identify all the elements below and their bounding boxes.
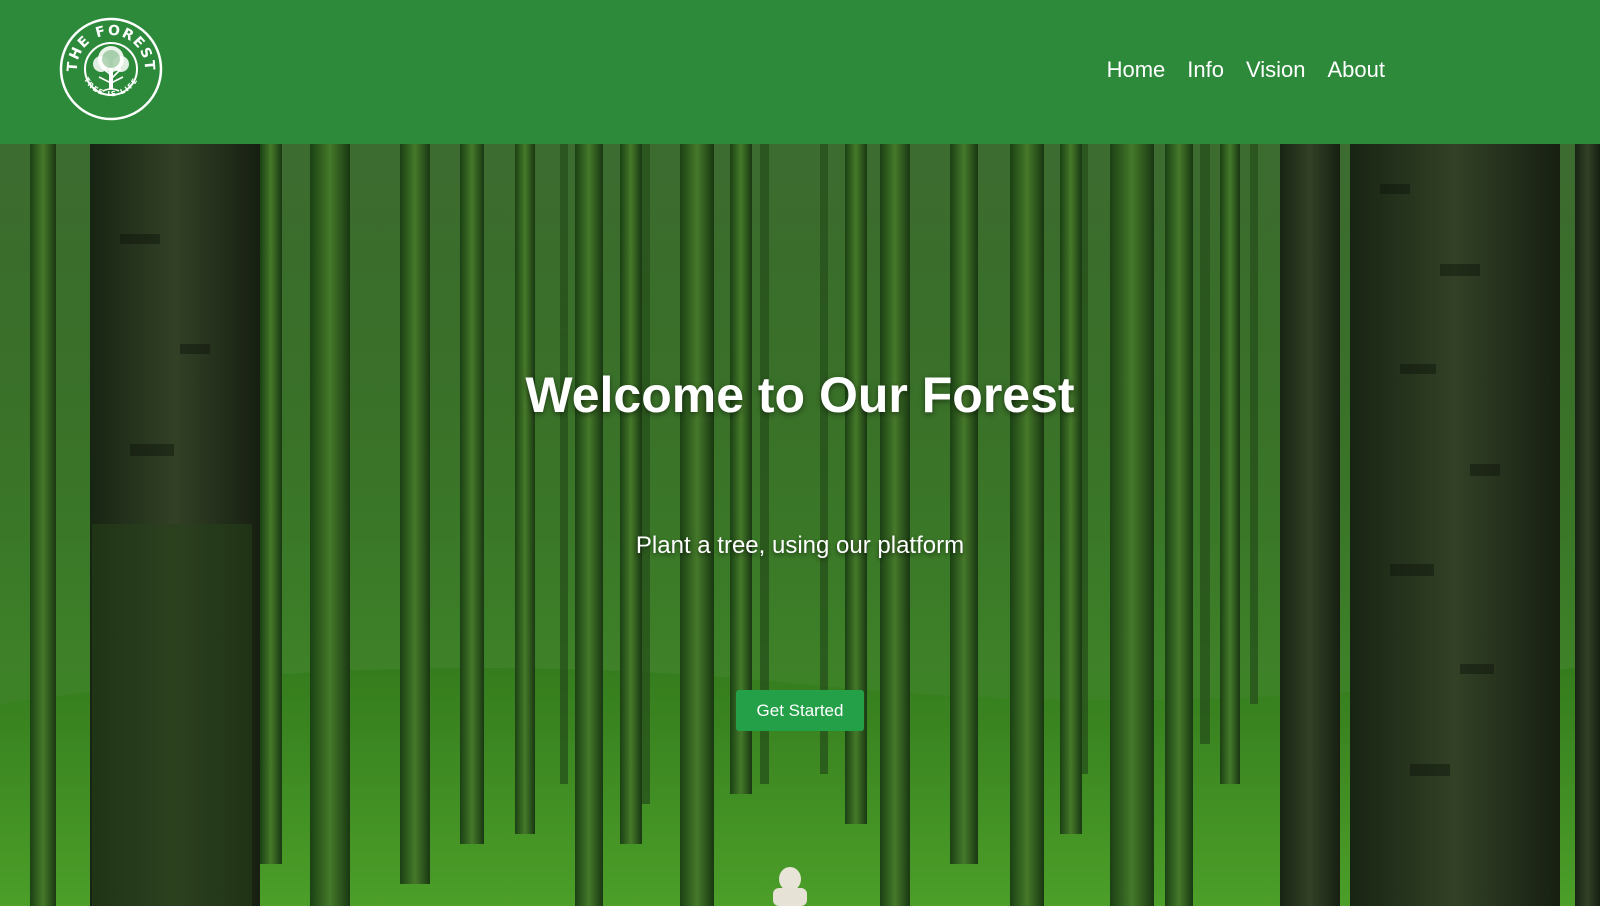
nav-vision[interactable]: Vision: [1246, 52, 1306, 88]
get-started-button[interactable]: Get Started: [736, 690, 864, 731]
hero-section: Welcome to Our Forest Plant a tree, usin…: [0, 144, 1600, 906]
hero-title: Welcome to Our Forest: [525, 367, 1075, 423]
main-nav: Home Info Vision About: [1107, 52, 1385, 88]
tree-icon: THE FOREST TREE IS LIFE: [59, 17, 163, 121]
brand-logo[interactable]: THE FOREST TREE IS LIFE: [59, 17, 163, 121]
forest-background-image: [0, 144, 1600, 906]
nav-about[interactable]: About: [1328, 52, 1386, 88]
navbar: THE FOREST TREE IS LIFE Home Info Vision…: [0, 0, 1600, 144]
nav-home[interactable]: Home: [1107, 52, 1166, 88]
nav-info[interactable]: Info: [1187, 52, 1224, 88]
hero-subtitle: Plant a tree, using our platform: [635, 532, 965, 559]
